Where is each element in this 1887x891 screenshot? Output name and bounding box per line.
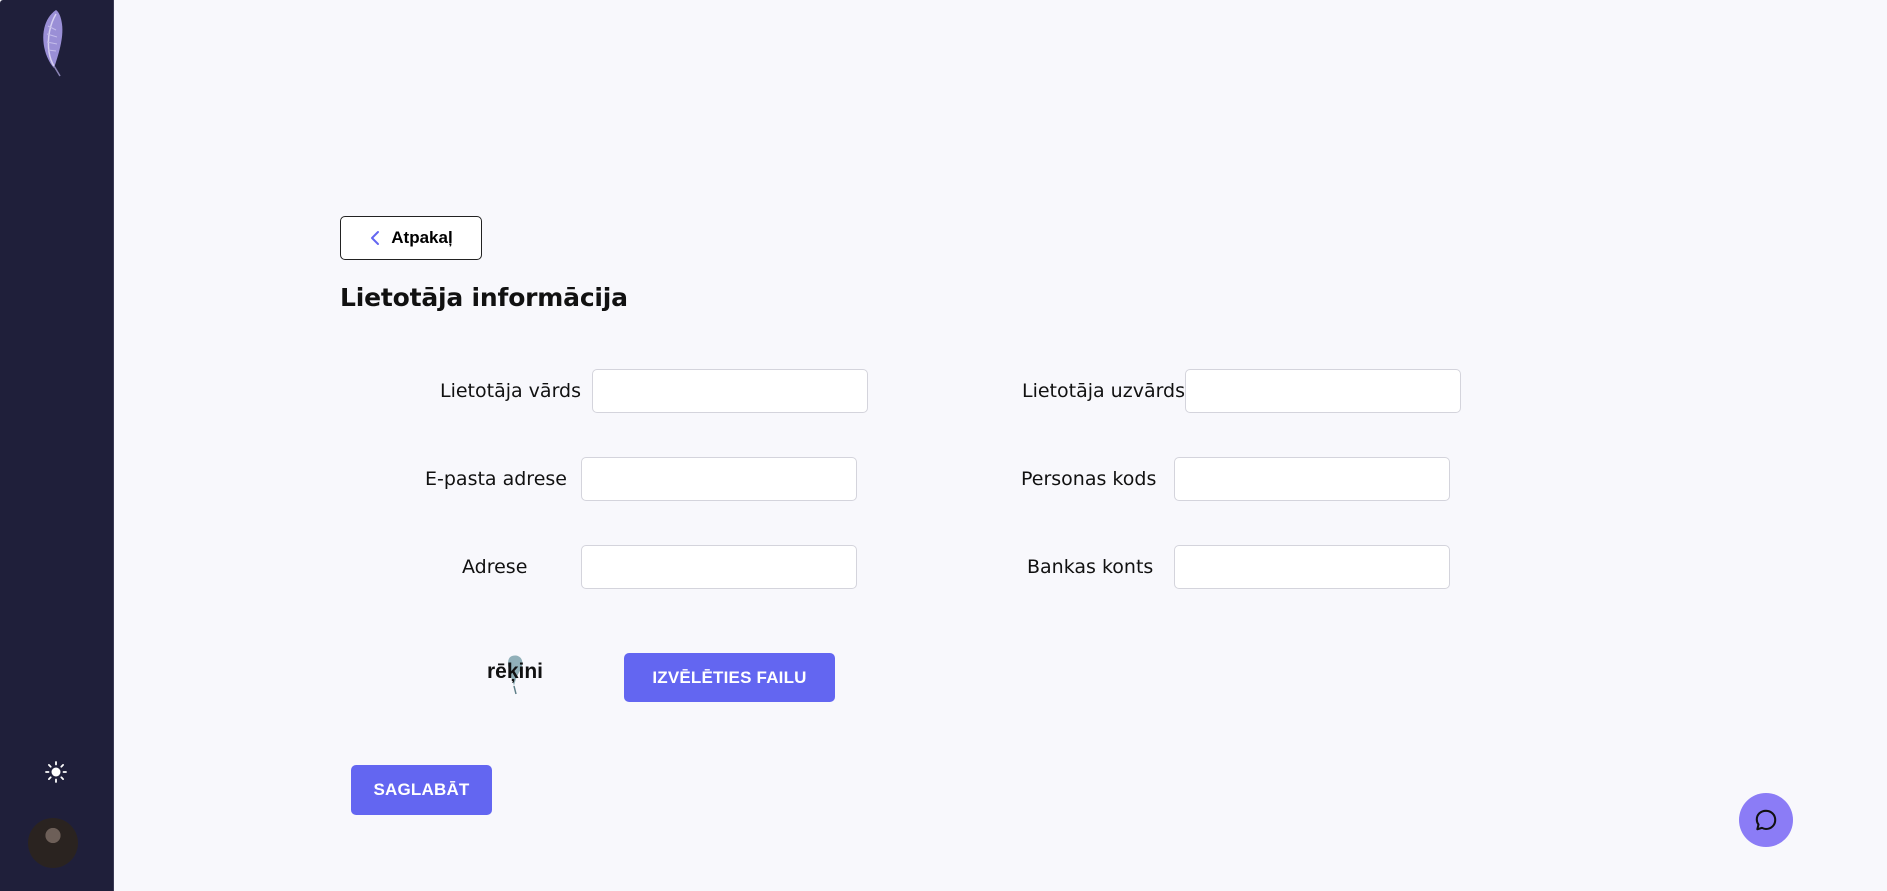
- personal-code-label: Personas kods: [1021, 468, 1157, 490]
- rekini-logo-text: rēķini: [487, 660, 543, 683]
- first-name-input[interactable]: [592, 369, 868, 413]
- avatar[interactable]: [28, 818, 78, 868]
- email-input[interactable]: [581, 457, 857, 501]
- rekini-logo: rēķini: [478, 652, 552, 696]
- chat-button[interactable]: [1739, 793, 1793, 847]
- save-button[interactable]: SAGLABĀT: [351, 765, 492, 815]
- last-name-label: Lietotāja uzvārds: [1022, 380, 1186, 402]
- bank-account-input[interactable]: [1174, 545, 1450, 589]
- email-label: E-pasta adrese: [425, 468, 567, 490]
- address-label: Adrese: [462, 556, 528, 578]
- sidebar: [0, 0, 114, 891]
- chat-bubble-icon: [1755, 809, 1777, 831]
- last-name-input[interactable]: [1185, 369, 1461, 413]
- back-button-label: Atpakaļ: [391, 228, 453, 247]
- first-name-label: Lietotāja vārds: [440, 380, 582, 402]
- sun-icon[interactable]: [44, 760, 68, 784]
- back-button[interactable]: Atpakaļ: [340, 216, 482, 260]
- personal-code-input[interactable]: [1174, 457, 1450, 501]
- feather-logo-icon[interactable]: [36, 8, 70, 78]
- choose-file-button[interactable]: IZVĒLĒTIES FAILU: [624, 653, 835, 702]
- bank-account-label: Bankas konts: [1027, 556, 1154, 578]
- main-content: Atpakaļ Lietotāja informācija Lietotāja …: [114, 0, 1887, 891]
- chevron-left-icon: [371, 231, 380, 245]
- page-title: Lietotāja informācija: [340, 283, 628, 312]
- address-input[interactable]: [581, 545, 857, 589]
